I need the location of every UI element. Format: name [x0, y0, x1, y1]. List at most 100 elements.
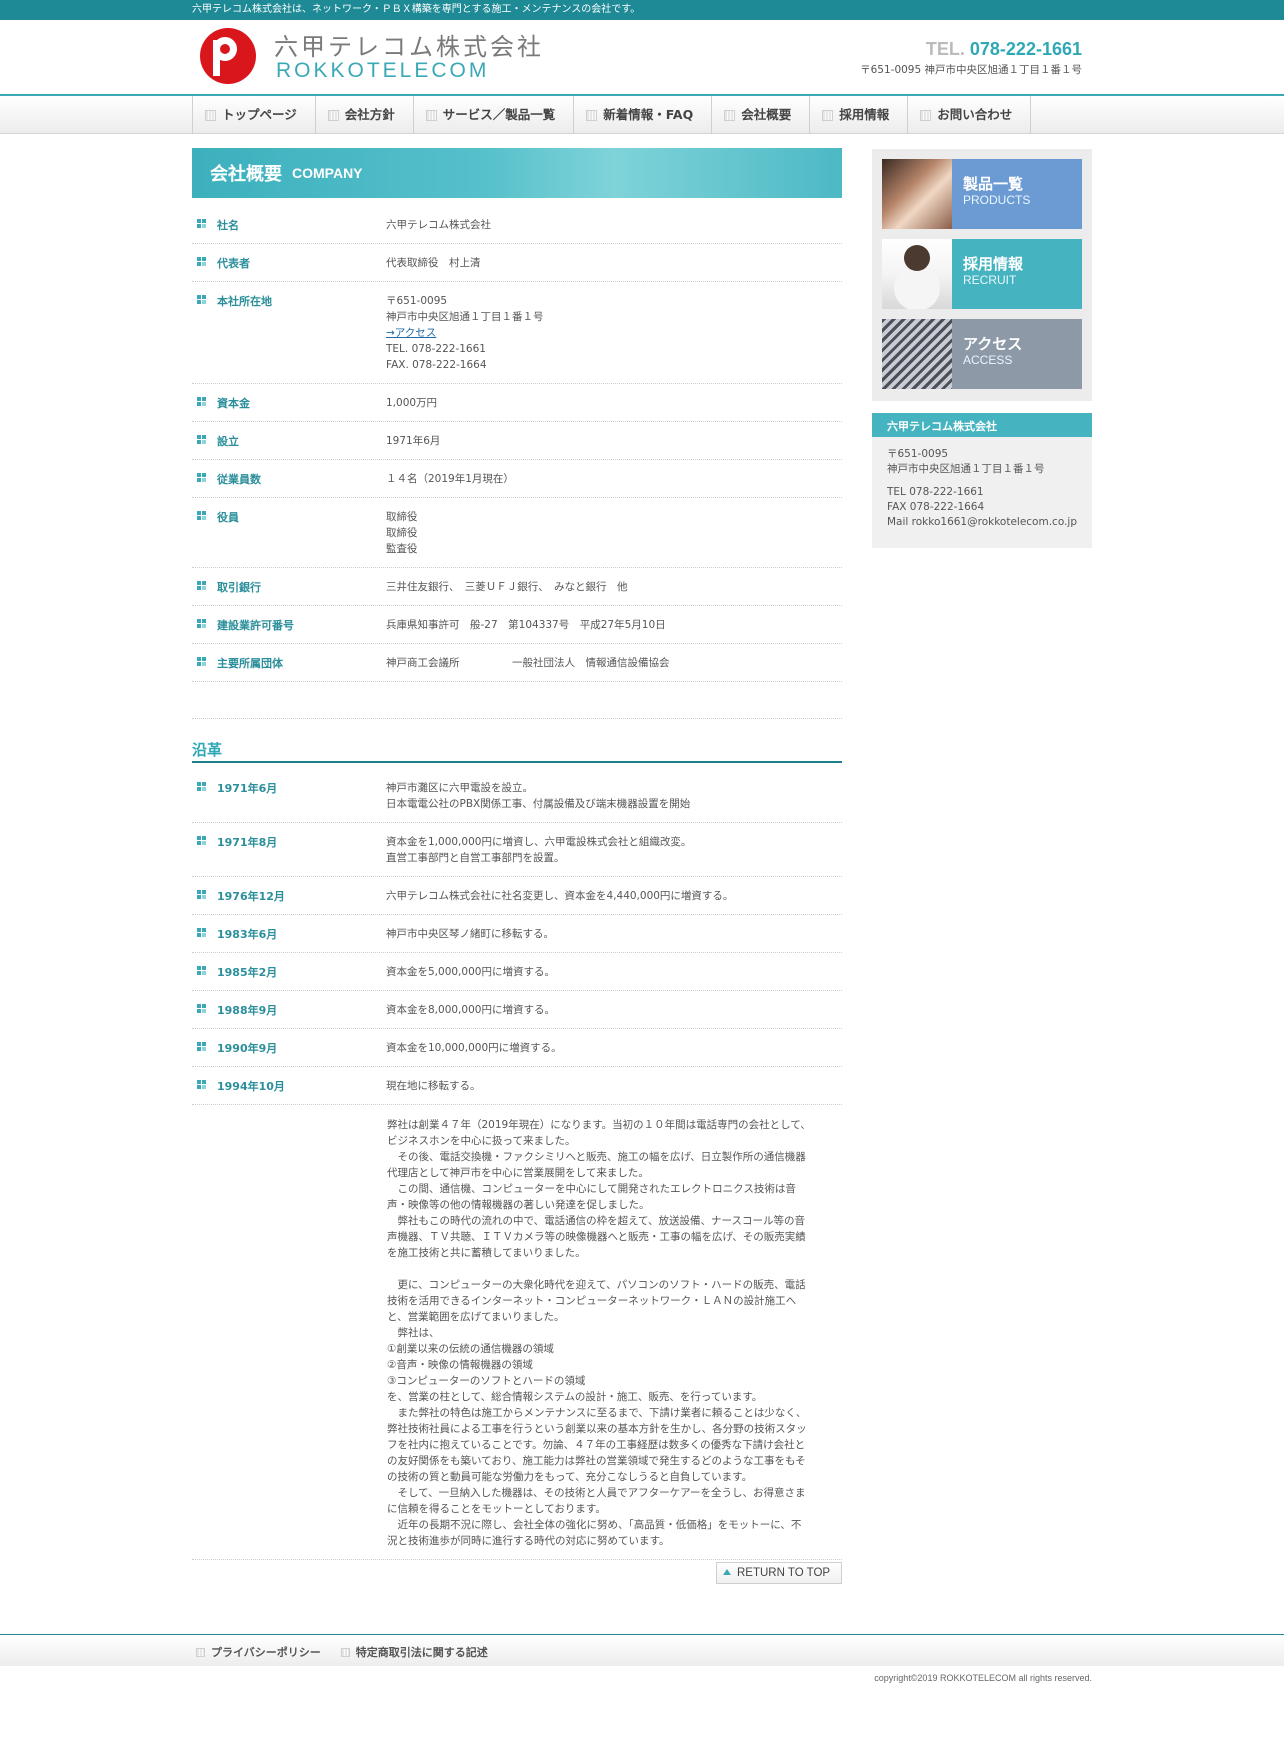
- row-value: 1,000万円: [386, 397, 438, 409]
- sidebar: 製品一覧 PRODUCTS 採用情報 RECRUIT アクセス ACCESS 六…: [872, 149, 1092, 548]
- return-to-top-label: RETURN TO TOP: [737, 1567, 831, 1579]
- banner-title: 採用情報: [963, 255, 1024, 273]
- row-bullet-icon: [197, 619, 206, 628]
- row-label: 建設業許可番号: [217, 619, 294, 632]
- table-row: 1971年6月 神戸市灘区に六甲電設を設立。 日本電電公社のPBX関係工事、付属設…: [192, 769, 842, 823]
- banner-list: 製品一覧 PRODUCTS 採用情報 RECRUIT アクセス ACCESS: [872, 149, 1092, 401]
- nav-bullet-icon: [724, 109, 736, 121]
- tel-label: TEL.: [925, 39, 965, 59]
- row-bullet-icon: [197, 581, 206, 590]
- history-date: 1983年6月: [217, 928, 278, 941]
- company-postal: 〒651-0095: [887, 448, 949, 460]
- banner-title: アクセス: [963, 335, 1023, 353]
- history-date: 1971年6月: [217, 782, 278, 795]
- row-label: 社名: [217, 219, 239, 232]
- table-row: 設立 1971年6月: [192, 422, 842, 460]
- page-title-en: COMPANY: [292, 165, 363, 181]
- banner-subtitle: RECRUIT: [963, 273, 1017, 287]
- row-bullet-icon: [197, 890, 206, 899]
- footer-link-commerce-law[interactable]: 特定商取引法に関する記述: [340, 1644, 488, 1660]
- row-bullet-icon: [197, 397, 206, 406]
- nav-bullet-icon: [327, 109, 339, 121]
- table-row: 取引銀行 三井住友銀行、 三菱ＵＦＪ銀行、 みなと銀行 他: [192, 568, 842, 606]
- history-date: 1994年10月: [217, 1080, 285, 1093]
- table-row: 1985年2月 資本金を5,000,000円に増資する。: [192, 953, 842, 991]
- row-value: 〒651-0095 神戸市中央区旭通１丁目１番１号 →アクセス TEL. 078…: [386, 293, 842, 373]
- history-heading: 沿革: [192, 739, 842, 763]
- table-row: 役員 取締役 取締役 監査役: [192, 498, 842, 568]
- row-bullet-icon: [197, 1042, 206, 1051]
- company-info-box: 六甲テレコム株式会社 〒651-0095 神戸市中央区旭通１丁目１番１号 TEL…: [872, 413, 1092, 548]
- row-label: 主要所属団体: [217, 657, 283, 670]
- table-row: 本社所在地 〒651-0095 神戸市中央区旭通１丁目１番１号 →アクセス TE…: [192, 282, 842, 384]
- access-link[interactable]: →アクセス: [386, 327, 436, 339]
- footer-link-privacy[interactable]: プライバシーポリシー: [196, 1644, 321, 1660]
- table-row: 1976年12月 六甲テレコム株式会社に社名変更し、資本金を4,440,000円…: [192, 877, 842, 915]
- nav-item-news-faq[interactable]: 新着情報・FAQ: [574, 96, 713, 134]
- row-bullet-icon: [197, 966, 206, 975]
- nav-item-recruit[interactable]: 採用情報: [810, 96, 909, 134]
- logo-english-name[interactable]: ROKKOTELECOM: [276, 59, 489, 83]
- return-to-top-button[interactable]: RETURN TO TOP: [716, 1562, 842, 1584]
- nav-bullet-icon: [205, 109, 216, 121]
- row-value: 兵庫県知事許可 般-27 第104337号 平成27年5月10日: [386, 619, 666, 631]
- recruit-banner[interactable]: 採用情報 RECRUIT: [882, 239, 1082, 309]
- products-banner[interactable]: 製品一覧 PRODUCTS: [882, 159, 1082, 229]
- company-tel: TEL 078-222-1661: [887, 486, 984, 498]
- access-banner[interactable]: アクセス ACCESS: [882, 319, 1082, 389]
- row-bullet-icon: [197, 257, 206, 266]
- footer-link-label: 特定商取引法に関する記述: [355, 1646, 488, 1659]
- fax-value: FAX. 078-222-1664: [386, 359, 487, 371]
- copyright: copyright©2019 ROKKOTELECOM all rights r…: [874, 1673, 1092, 1683]
- banner-subtitle: PRODUCTS: [963, 193, 1031, 207]
- tagline: 六甲テレコム株式会社は、ネットワーク・ＰＢＸ構築を専門とする施工・メンテナンスの…: [192, 4, 641, 15]
- company-mail[interactable]: Mail rokko1661@rokkotelecom.co.jp: [887, 516, 1077, 528]
- header-address: 〒651-0095 神戸市中央区旭通１丁目１番１号: [860, 64, 1082, 76]
- nav-label: サービス／製品一覧: [442, 107, 556, 122]
- crowd-photo: [882, 319, 952, 389]
- table-row: 1983年6月 神戸市中央区琴ノ緒町に移転する。: [192, 915, 842, 953]
- row-bullet-icon: [197, 1080, 206, 1089]
- row-bullet-icon: [197, 782, 206, 791]
- history-text: 現在地に移転する。: [386, 1080, 481, 1092]
- history-text: 六甲テレコム株式会社に社名変更し、資本金を4,440,000円に増資する。: [386, 890, 734, 902]
- row-bullet-icon: [197, 511, 206, 520]
- headset-operator-photo: [882, 159, 952, 229]
- site-footer: プライバシーポリシー 特定商取引法に関する記述: [0, 1634, 1284, 1666]
- logo-japanese-name[interactable]: 六甲テレコム株式会社: [274, 27, 544, 62]
- nav-bullet-icon: [425, 109, 437, 121]
- nav-item-services[interactable]: サービス／製品一覧: [414, 96, 575, 134]
- row-bullet-icon: [197, 435, 206, 444]
- arrow-up-icon: [722, 1568, 732, 1578]
- row-label: 資本金: [217, 397, 250, 410]
- history-text: 直営工事部門と自営工事部門を設置。: [386, 852, 565, 864]
- nav-item-policy[interactable]: 会社方針: [316, 96, 414, 134]
- footer-bullet-icon: [196, 1647, 205, 1657]
- history-table: 1971年6月 神戸市灘区に六甲電設を設立。 日本電電公社のPBX関係工事、付属設…: [192, 769, 842, 1560]
- nav-label: トップページ: [222, 107, 297, 122]
- nav-item-contact[interactable]: お問い合わせ: [908, 96, 1032, 134]
- nav-label: お問い合わせ: [937, 107, 1013, 122]
- row-label: 役員: [217, 511, 239, 524]
- history-text: 神戸市中央区琴ノ緒町に移転する。: [386, 928, 554, 940]
- table-row: 1990年9月 資本金を10,000,000円に増資する。: [192, 1029, 842, 1067]
- table-row: 建設業許可番号 兵庫県知事許可 般-27 第104337号 平成27年5月10日: [192, 606, 842, 644]
- footer-bullet-icon: [340, 1647, 350, 1657]
- nav-label: 会社概要: [741, 107, 792, 122]
- table-row: 従業員数 １４名（2019年1月現在）: [192, 460, 842, 498]
- tel-number: 078-222-1661: [969, 39, 1082, 59]
- table-row: 主要所属団体 神戸商工会議所 一般社団法人 情報通信設備協会: [192, 644, 842, 682]
- row-label: 本社所在地: [217, 295, 272, 308]
- row-bullet-icon: [197, 836, 206, 845]
- history-date: 1976年12月: [217, 890, 285, 903]
- table-row: 1988年9月 資本金を8,000,000円に増資する。: [192, 991, 842, 1029]
- row-bullet-icon: [197, 657, 206, 666]
- site-header: 六甲テレコム株式会社 ROKKOTELECOM TEL. 078-222-166…: [0, 20, 1284, 96]
- nav-item-company[interactable]: 会社概要: [712, 96, 811, 134]
- company-logo-icon[interactable]: [200, 28, 256, 84]
- history-text: 神戸市灘区に六甲電設を設立。: [386, 782, 533, 794]
- company-box-title: 六甲テレコム株式会社: [872, 413, 1092, 437]
- row-value: 代表取締役 村上清: [386, 257, 481, 269]
- nav-item-top[interactable]: トップページ: [193, 96, 316, 134]
- footer-link-label: プライバシーポリシー: [211, 1646, 321, 1659]
